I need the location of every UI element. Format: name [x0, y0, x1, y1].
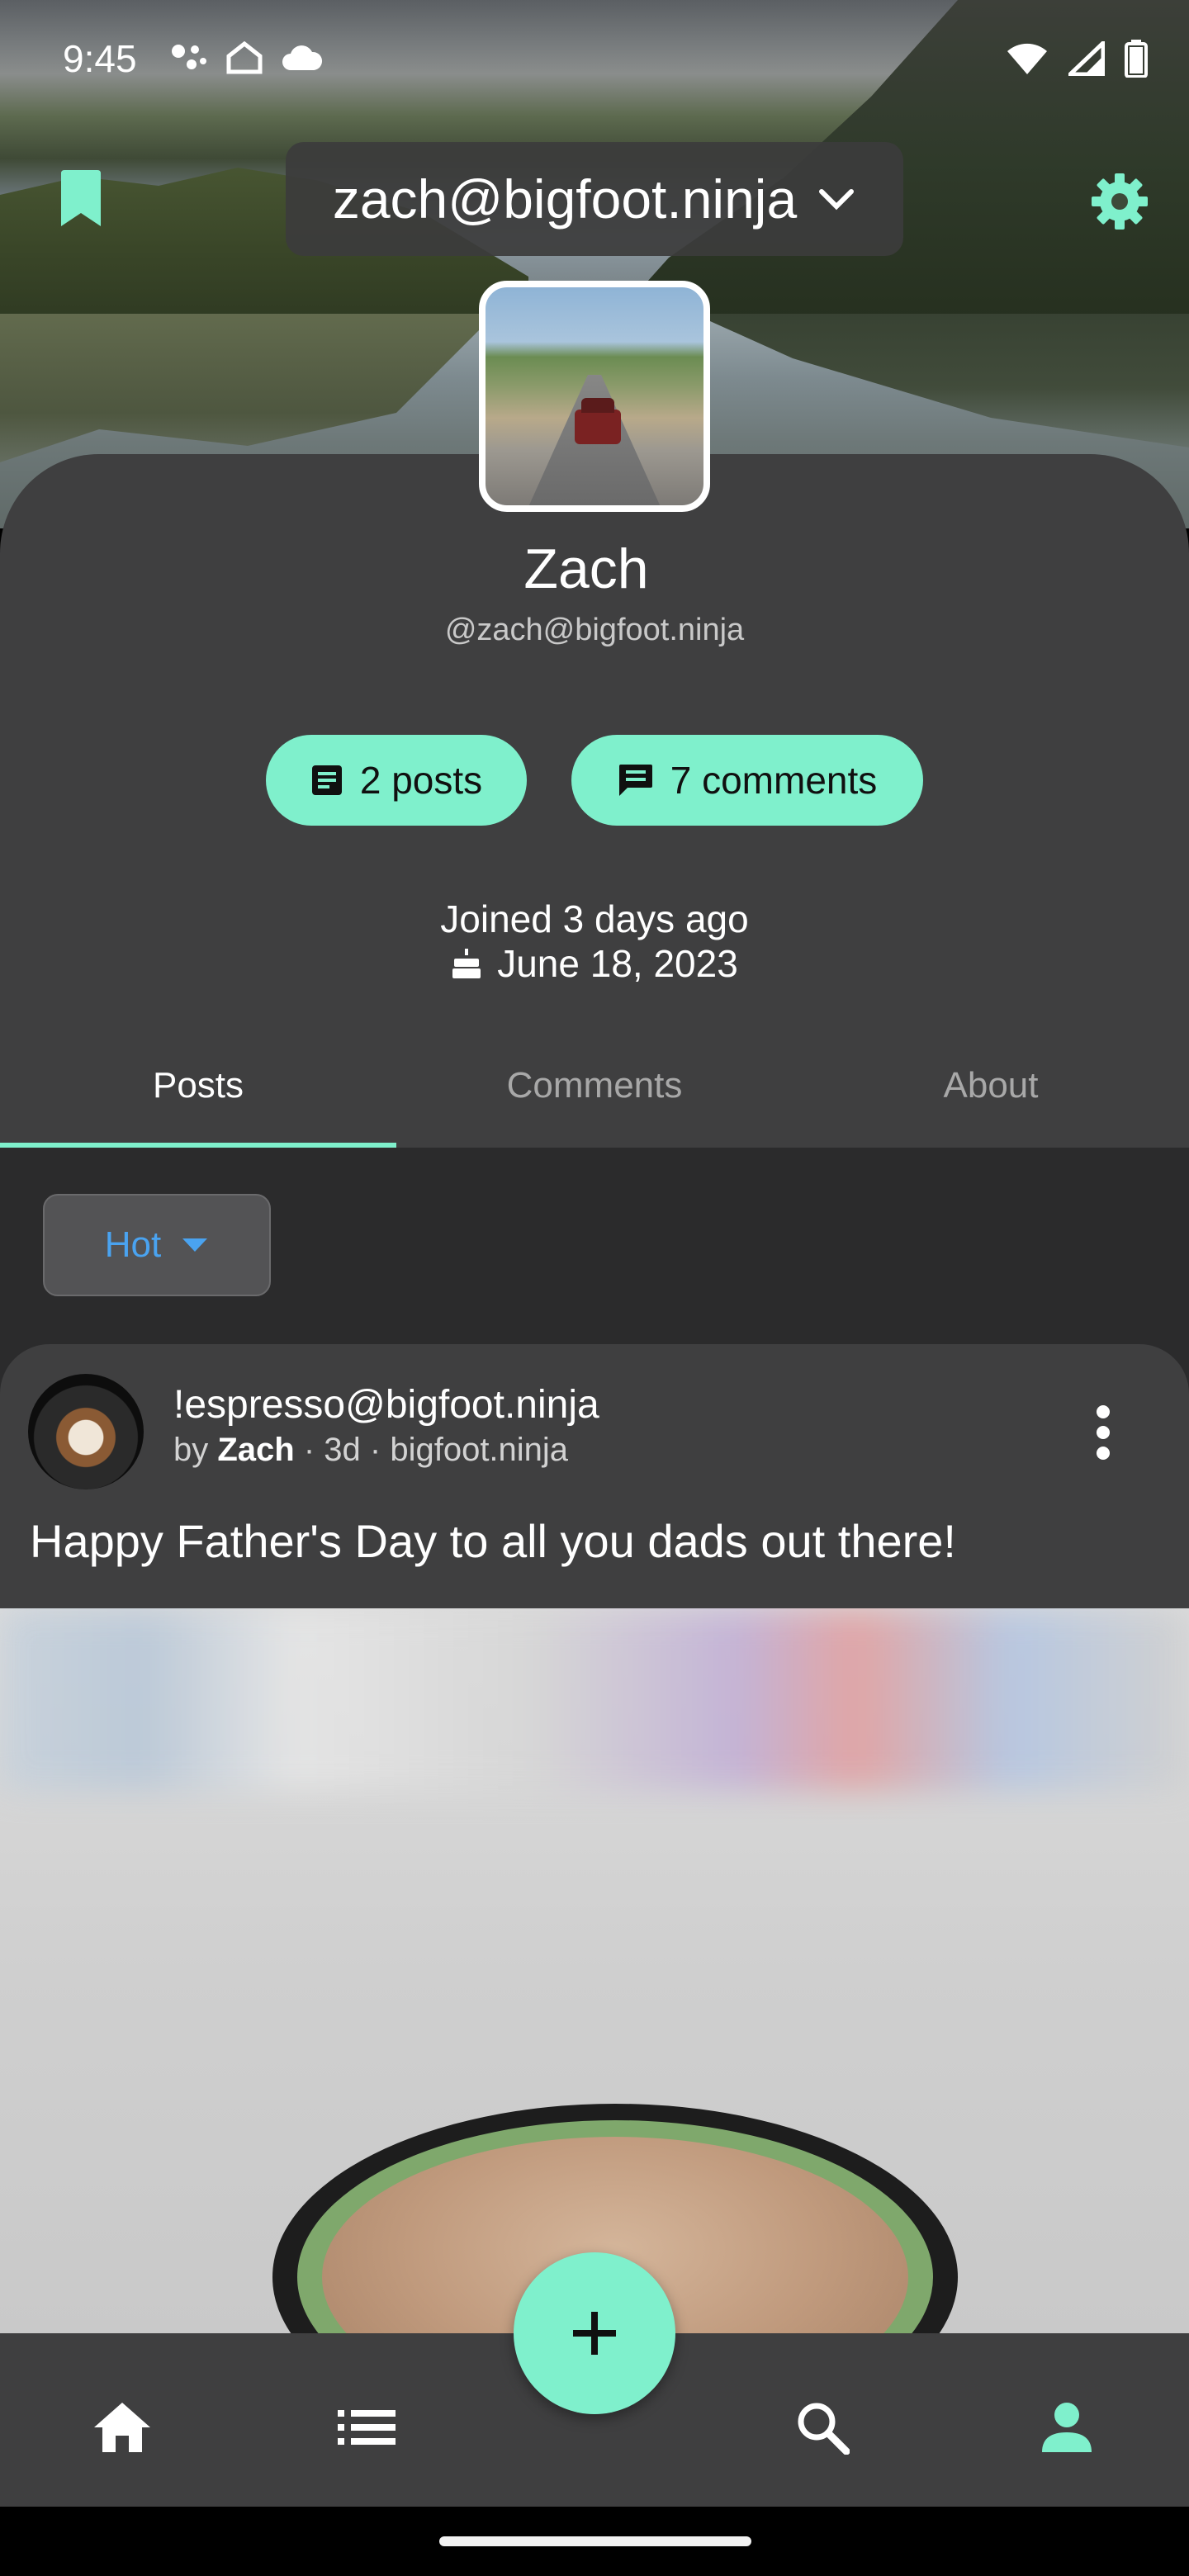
caret-down-icon: [182, 1238, 208, 1252]
nav-search-button[interactable]: [789, 2394, 855, 2460]
saved-button[interactable]: [58, 170, 104, 228]
cake-day-date: June 18, 2023: [497, 942, 738, 985]
avatar-car: [575, 398, 621, 444]
sort-dropdown[interactable]: Hot: [43, 1194, 271, 1296]
settings-button[interactable]: [1088, 170, 1151, 233]
article-icon: [311, 765, 342, 795]
chevron-down-icon: [819, 189, 855, 211]
status-notification-icons: [170, 41, 324, 74]
search-icon: [798, 2403, 850, 2455]
post-author[interactable]: Zach: [217, 1432, 294, 1468]
comment-icon: [618, 765, 652, 796]
post-meta: by Zach · 3d · bigfoot.ninja: [173, 1432, 568, 1469]
post-image[interactable]: [0, 1608, 1189, 2335]
more-vertical-icon: [1097, 1405, 1110, 1460]
signal-icon: [1068, 41, 1105, 76]
post-more-button[interactable]: [1087, 1395, 1120, 1470]
profile-display-name: Zach: [523, 537, 649, 600]
home-icon: [94, 2403, 150, 2452]
posts-count-chip[interactable]: 2 posts: [266, 735, 527, 826]
wifi-icon: [1007, 43, 1047, 74]
post-title[interactable]: Happy Father's Day to all you dads out t…: [30, 1514, 1169, 1568]
sort-label: Hot: [104, 1224, 162, 1265]
cloud-icon: [282, 45, 323, 70]
comments-count-label: 7 comments: [670, 759, 878, 802]
nav-profile-button[interactable]: [1034, 2394, 1100, 2460]
community-avatar[interactable]: [28, 1374, 144, 1489]
cake-icon: [452, 949, 481, 978]
home-status-icon: [226, 41, 263, 74]
status-bar: 9:45: [0, 0, 1189, 116]
post-community[interactable]: !espresso@bigfoot.ninja: [173, 1382, 599, 1428]
tab-posts[interactable]: Posts: [0, 1024, 396, 1148]
create-post-button[interactable]: [514, 2252, 675, 2414]
list-icon: [338, 2410, 396, 2445]
profile-tabs: Posts Comments About: [0, 1024, 1189, 1148]
nav-home-button[interactable]: [89, 2394, 155, 2460]
cake-day-row: June 18, 2023: [0, 941, 1189, 986]
joined-text: Joined 3 days ago: [440, 897, 749, 940]
plus-icon: [573, 2312, 616, 2355]
profile-avatar[interactable]: [479, 281, 710, 512]
profile-handle: @zach@bigfoot.ninja: [444, 613, 745, 647]
tab-comments[interactable]: Comments: [396, 1024, 793, 1148]
person-icon: [1042, 2403, 1092, 2452]
post-meta-suffix: · 3d · bigfoot.ninja: [303, 1432, 569, 1468]
gear-icon: [1092, 173, 1148, 230]
post-image-background: [0, 1608, 1189, 1790]
status-time: 9:45: [63, 37, 137, 80]
post-by-prefix: by: [173, 1432, 209, 1468]
bookmark-icon: [61, 170, 101, 226]
tab-about[interactable]: About: [793, 1024, 1189, 1148]
posts-count-label: 2 posts: [359, 759, 483, 802]
account-label: zach@bigfoot.ninja: [332, 168, 798, 230]
account-switcher[interactable]: zach@bigfoot.ninja: [286, 142, 903, 256]
nav-feed-button[interactable]: [334, 2394, 400, 2460]
status-system-icons: [1006, 40, 1148, 78]
comments-count-chip[interactable]: 7 comments: [571, 735, 923, 826]
home-gesture-handle[interactable]: [439, 2536, 751, 2546]
battery-icon: [1125, 40, 1148, 78]
assistant-icon: [172, 45, 206, 69]
